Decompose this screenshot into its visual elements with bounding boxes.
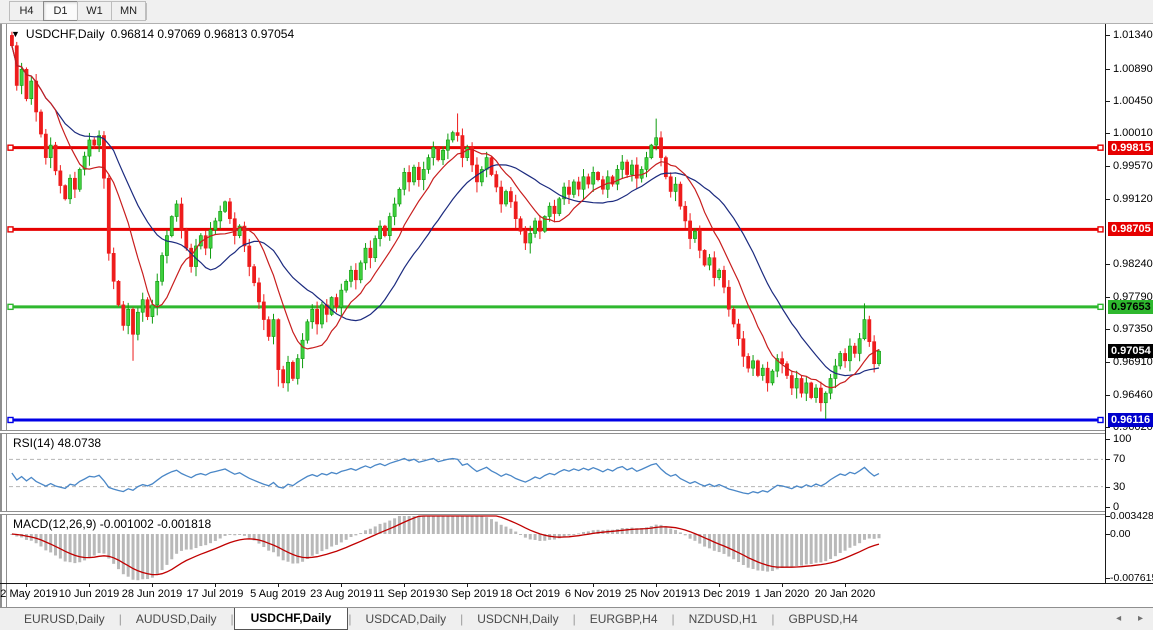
time-axis-tick: [341, 584, 342, 587]
rsi-chart[interactable]: [7, 433, 1105, 511]
time-axis-tick: [719, 584, 720, 587]
macd-panel[interactable]: MACD(12,26,9) -0.001002 -0.001818: [7, 514, 1105, 583]
toolbar-separator: [146, 3, 147, 20]
price-axis[interactable]: 1.01340 1.00890 1.00450 1.00010 0.99570 0.991…: [1106, 24, 1153, 583]
time-axis-tick: [656, 584, 657, 587]
macd-axis-label: 0.003428: [1110, 510, 1153, 522]
chart-tab-nzdusd[interactable]: NZDUSD,H1: [675, 609, 772, 629]
axis-tick: [1106, 487, 1110, 488]
tab-scroll-left-icon[interactable]: ◂: [1116, 613, 1121, 624]
time-axis-tick: [530, 584, 531, 587]
price-axis-label: 0.99120: [1113, 193, 1153, 205]
axis-tick: [1106, 133, 1110, 134]
axis-tick: [1106, 507, 1110, 508]
macd-label: MACD(12,26,9) -0.001002 -0.001818: [13, 517, 211, 531]
window-left-border: [0, 24, 7, 607]
time-axis-tick: [593, 584, 594, 587]
price-line-badge: 0.97653: [1108, 300, 1153, 314]
macd-axis-label: -0.007615: [1110, 572, 1153, 584]
price-axis-label: 0.98240: [1113, 258, 1153, 270]
time-axis-tick: [278, 584, 279, 587]
axis-tick: [1106, 329, 1110, 330]
rsi-axis-label: 100: [1113, 433, 1131, 445]
rsi-panel[interactable]: RSI(14) 48.0738: [7, 433, 1105, 511]
timeframe-toolbar: H4D1W1MN: [0, 0, 1153, 24]
time-axis-tick: [845, 584, 846, 587]
rsi-axis-label: 30: [1113, 481, 1125, 493]
symbol-dropdown-icon[interactable]: ▼: [11, 29, 20, 39]
chart-tab-gbpusd[interactable]: GBPUSD,H4: [774, 609, 871, 629]
axis-tick: [1106, 362, 1110, 363]
price-line-badge: 0.97054: [1108, 344, 1153, 358]
axis-tick: [1106, 166, 1110, 167]
time-axis[interactable]: 22 May 201910 Jun 201928 Jun 201917 Jul …: [7, 584, 1105, 606]
time-axis-tick: [26, 584, 27, 587]
chart-tab-audusd[interactable]: AUDUSD,Daily: [122, 609, 231, 629]
axis-tick: [1106, 439, 1110, 440]
timeframe-button-h4[interactable]: H4: [9, 1, 43, 21]
axis-tick: [1106, 69, 1110, 70]
tab-scroll-right-icon[interactable]: ▸: [1138, 613, 1143, 624]
price-axis-label: 0.99570: [1113, 160, 1153, 172]
time-axis-tick: [89, 584, 90, 587]
chart-tabs: EURUSD,Daily|AUDUSD,Daily|USDCHF,Daily|U…: [10, 608, 872, 630]
tab-scroll-arrows: ◂ ▸: [1102, 613, 1143, 624]
rsi-label: RSI(14) 48.0738: [13, 436, 101, 450]
price-axis-label: 1.00010: [1113, 127, 1153, 139]
price-line-badge: 0.99815: [1108, 141, 1153, 155]
time-axis-tick: [152, 584, 153, 587]
axis-tick: [1106, 199, 1110, 200]
price-axis-label: 0.96460: [1113, 389, 1153, 401]
time-axis-tick: [404, 584, 405, 587]
chart-tab-usdcad[interactable]: USDCAD,Daily: [351, 609, 460, 629]
chart-tab-eurusd[interactable]: EURUSD,Daily: [10, 609, 119, 629]
main-chart-panel[interactable]: ▼ USDCHF,Daily 0.96814 0.97069 0.96813 0…: [7, 24, 1105, 430]
rsi-axis-label: 70: [1113, 453, 1125, 465]
chart-ohlc-values: 0.96814 0.97069 0.96813 0.97054: [111, 27, 295, 41]
price-line-badge: 0.98705: [1108, 222, 1153, 236]
timeframe-button-w1[interactable]: W1: [77, 1, 111, 21]
time-axis-tick: [215, 584, 216, 587]
macd-axis-label: 0.00: [1110, 528, 1130, 540]
price-axis-label: 1.00450: [1113, 95, 1153, 107]
axis-tick: [1106, 395, 1110, 396]
price-axis-label: 1.01340: [1113, 29, 1153, 41]
time-axis-tick: [467, 584, 468, 587]
axis-tick: [1106, 297, 1110, 298]
timeframe-button-mn[interactable]: MN: [111, 1, 146, 21]
price-line-badge: 0.96116: [1108, 413, 1153, 427]
candlestick-chart[interactable]: [7, 24, 1105, 430]
chart-tab-usdchf[interactable]: USDCHF,Daily: [234, 608, 349, 630]
price-axis-label: 1.00890: [1113, 63, 1153, 75]
chart-tab-usdcnh[interactable]: USDCNH,Daily: [463, 609, 572, 629]
price-axis-label: 0.97350: [1113, 323, 1153, 335]
time-axis-label: 20 Jan 2020: [802, 588, 888, 600]
time-axis-tick: [782, 584, 783, 587]
timeframe-button-d1[interactable]: D1: [43, 1, 77, 21]
axis-tick: [1106, 459, 1110, 460]
chart-tab-bar: EURUSD,Daily|AUDUSD,Daily|USDCHF,Daily|U…: [0, 607, 1153, 630]
axis-tick: [1106, 264, 1110, 265]
axis-tick: [1106, 427, 1110, 428]
axis-tick: [1106, 101, 1110, 102]
chart-symbol-label: USDCHF,Daily: [26, 27, 105, 41]
timeframe-button-group: H4D1W1MN: [9, 1, 146, 21]
axis-tick: [1106, 35, 1110, 36]
chart-tab-eurgbp[interactable]: EURGBP,H4: [576, 609, 672, 629]
chart-title: ▼ USDCHF,Daily 0.96814 0.97069 0.96813 0…: [11, 27, 294, 41]
